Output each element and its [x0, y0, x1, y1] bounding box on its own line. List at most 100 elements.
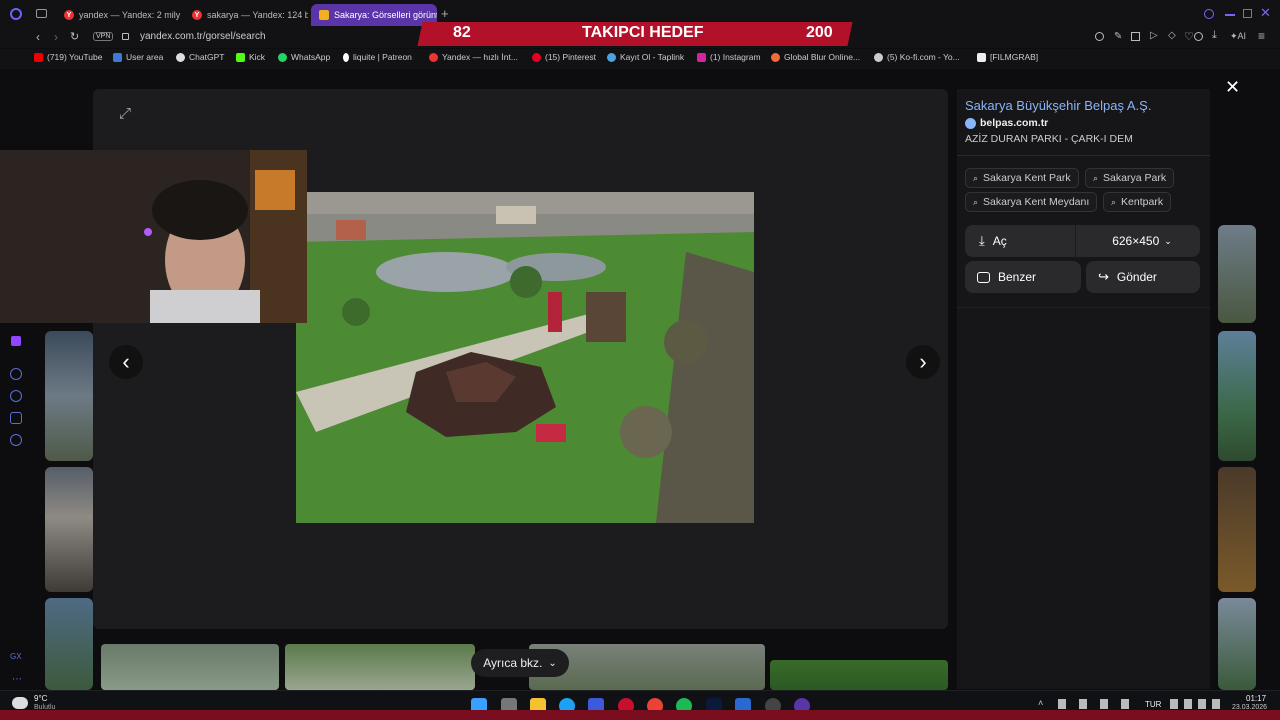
bookmark-pinterest[interactable]: (15) Pinterest — [532, 52, 596, 62]
tab-sakarya-images[interactable]: Sakarya: Görselleri görünt — [311, 4, 437, 26]
open-button[interactable]: ⤓ Aç — [965, 225, 1076, 257]
webcam-overlay — [0, 150, 307, 323]
extensions-icon[interactable] — [10, 412, 22, 424]
bookmark-whatsapp[interactable]: WhatsApp — [278, 52, 330, 62]
account-icon[interactable] — [1194, 32, 1203, 41]
kick-icon — [236, 52, 245, 62]
bookmark-filmgrab[interactable]: [FILMGRAB] — [977, 52, 1038, 62]
prev-image-button[interactable]: ‹ — [109, 345, 143, 379]
tab-overview-icon[interactable] — [36, 9, 47, 18]
browser-menu-icon[interactable] — [10, 8, 22, 20]
webcam-illustration — [0, 150, 307, 323]
back-icon[interactable]: ‹ — [36, 30, 40, 44]
tab-label: sakarya — Yandex: 124 bi — [207, 10, 308, 20]
share-icon: ↪ — [1098, 269, 1109, 284]
tab-sakarya[interactable]: Ysakarya — Yandex: 124 bi — [184, 4, 308, 26]
search-tabs-icon[interactable] — [1204, 9, 1214, 19]
bookmark-patreon[interactable]: liquite | Patreon — [343, 52, 412, 62]
follower-count: 82 — [453, 24, 471, 41]
minimize-icon[interactable] — [1225, 14, 1235, 16]
language-indicator[interactable]: TUR — [1145, 700, 1161, 709]
play-circle-icon[interactable] — [10, 368, 22, 380]
camera-search-icon — [977, 271, 990, 283]
related-search-chip[interactable]: ⌕ Sakarya Kent Park — [965, 168, 1079, 188]
tab-yandex[interactable]: Yyandex — Yandex: 2 milyo — [56, 4, 180, 26]
instagram-icon — [697, 52, 706, 62]
image-caption: AZİZ DURAN PARKI - ÇARK-I DEM — [965, 133, 1133, 145]
share-button[interactable]: ↪ Gönder — [1086, 261, 1200, 293]
result-thumbnail[interactable] — [45, 598, 93, 690]
search-icon: ⌕ — [1093, 172, 1099, 183]
result-thumbnail[interactable] — [1218, 598, 1256, 690]
more-icon[interactable]: ⋯ — [12, 674, 22, 685]
new-tab-button[interactable]: + — [441, 6, 449, 21]
settings-icon[interactable] — [10, 434, 22, 446]
source-title-link[interactable]: Sakarya Büyükşehir Belpaş A.Ş. — [965, 98, 1151, 113]
heart-icon[interactable]: ♡ — [1184, 30, 1194, 43]
blur-icon — [771, 52, 780, 62]
bookmark-taplink[interactable]: Kayıt Ol - Taplink — [607, 52, 684, 62]
forward-icon[interactable]: › — [54, 30, 58, 44]
whatsapp-icon — [278, 52, 287, 62]
bookmark-youtube[interactable]: (719) YouTube — [34, 52, 102, 62]
expand-icon[interactable]: ⤢ — [119, 105, 131, 122]
close-window-icon[interactable]: ✕ — [1260, 5, 1271, 21]
tab-label: Sakarya: Görselleri görünt — [334, 10, 437, 20]
weather-temp: 9°C — [34, 694, 48, 703]
bookmark-instagram[interactable]: (1) Instagram — [697, 52, 761, 62]
park-aerial-photo[interactable] — [296, 192, 754, 523]
bookmark-yandex[interactable]: Yandex — hızlı İnt... — [429, 52, 518, 62]
panel-divider — [957, 307, 1210, 308]
system-status-icons[interactable] — [1170, 699, 1220, 709]
maximize-icon[interactable] — [1243, 9, 1252, 18]
tray-chevron-icon[interactable]: ˄ — [1038, 698, 1043, 708]
pin-icon[interactable]: ✎ — [1114, 31, 1122, 42]
related-search-chip[interactable]: ⌕ Sakarya Park — [1085, 168, 1175, 188]
sidebar-toggle-icon[interactable]: GX — [10, 652, 22, 661]
reload-icon[interactable]: ↻ — [70, 30, 79, 43]
panel-divider — [957, 155, 1210, 156]
bookmark-kick[interactable]: Kick — [236, 52, 265, 62]
ai-icon[interactable]: ✦AI — [1230, 31, 1246, 42]
related-image-thumbnail[interactable] — [101, 644, 279, 690]
history-icon[interactable] — [10, 390, 22, 402]
vpn-badge[interactable]: VPN — [93, 32, 114, 41]
see-also-button[interactable]: Ayrıca bkz. ⌄ — [471, 649, 569, 677]
source-domain[interactable]: belpas.com.tr — [965, 117, 1048, 129]
next-image-button[interactable]: › — [906, 345, 940, 379]
bookmark-global-blur[interactable]: Global Blur Online... — [771, 52, 860, 62]
bookmark-user-area[interactable]: User area — [113, 52, 163, 62]
twitch-icon[interactable] — [11, 336, 21, 346]
user-area-icon — [113, 52, 122, 62]
result-thumbnail[interactable] — [45, 331, 93, 461]
related-image-thumbnail[interactable] — [285, 644, 475, 690]
kofi-icon — [874, 52, 883, 62]
bookmark-chatgpt[interactable]: ChatGPT — [176, 52, 224, 62]
yandex-icon: Y — [192, 10, 202, 20]
result-thumbnail[interactable] — [1218, 225, 1256, 323]
related-search-chip[interactable]: ⌕ Sakarya Kent Meydanı — [965, 192, 1098, 212]
result-thumbnail[interactable] — [1218, 331, 1256, 461]
address-bar[interactable]: yandex.com.tr/gorsel/search — [140, 31, 266, 42]
related-image-thumbnail[interactable] — [770, 660, 948, 690]
related-search-chip[interactable]: ⌕ Kentpark — [1103, 192, 1172, 212]
size-select[interactable]: 626×450 ⌄ — [1084, 225, 1200, 257]
patreon-icon — [343, 52, 349, 62]
search-icon: ⌕ — [973, 196, 979, 207]
screenshot-icon[interactable] — [1131, 32, 1140, 41]
download-icon[interactable]: ⤓ — [1212, 29, 1217, 42]
zoom-icon[interactable] — [1095, 32, 1104, 41]
chatgpt-icon — [176, 52, 185, 62]
youtube-icon — [34, 52, 43, 62]
play-icon[interactable]: ▷ — [1150, 30, 1158, 41]
result-thumbnail[interactable] — [1218, 467, 1256, 592]
menu-icon[interactable]: ≡ — [1258, 29, 1265, 43]
weather-icon[interactable] — [12, 697, 28, 709]
similar-button[interactable]: Benzer — [965, 261, 1081, 293]
clock-time[interactable]: 01:17 — [1246, 694, 1266, 703]
close-viewer-button[interactable]: ✕ — [1225, 77, 1240, 98]
bookmark-kofi[interactable]: (5) Ko-fi.com - Yo... — [874, 52, 960, 62]
result-thumbnail[interactable] — [45, 467, 93, 592]
cube-icon[interactable]: ◇ — [1168, 30, 1176, 41]
tray-icons[interactable] — [1058, 699, 1138, 709]
